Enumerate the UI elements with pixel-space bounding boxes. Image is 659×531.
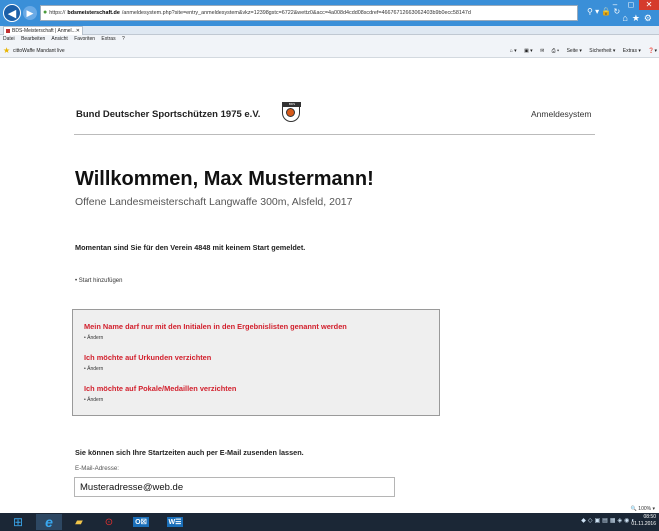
logo-shield: BDS (282, 102, 301, 122)
option-title-certificates: Ich möchte auf Urkunden verzichten (84, 353, 212, 362)
target-icon (286, 108, 295, 117)
email-field[interactable] (74, 477, 395, 497)
internet-explorer-icon[interactable]: e (36, 514, 62, 530)
forward-arrow-icon[interactable]: ▶ (23, 6, 37, 20)
clock-time: 08:50 (643, 514, 656, 520)
home-star-gear-icons[interactable]: ⌂★⚙ (622, 13, 656, 24)
change-label: Ändern (87, 366, 104, 372)
option-title-initials: Mein Name darf nur mit den Initialen in … (84, 322, 347, 331)
zoom-value: 100% (638, 506, 652, 512)
header-divider (74, 134, 595, 135)
bds-logo: BDS (282, 102, 301, 125)
menu-favorites[interactable]: Favoriten (74, 36, 95, 42)
url-host: bdsmeisterschaft.de (67, 10, 120, 16)
add-start-label: Start hinzufügen (78, 278, 123, 284)
help-icon[interactable]: ❓▾ (648, 48, 657, 54)
menu-edit[interactable]: Bearbeiten (21, 36, 45, 42)
menu-tools[interactable]: Extras (101, 36, 115, 42)
zoom-level[interactable]: 🔍 100% ▾ (631, 506, 655, 512)
add-start-link[interactable]: • Start hinzufügen (75, 278, 122, 284)
menu-bar: Datei Bearbeiten Ansicht Favoriten Extra… (0, 35, 659, 44)
tools-menu[interactable]: Extras ▾ (623, 48, 641, 54)
browser-titlebar: ◀ ▶ ● https://bdsmeisterschaft.de/anmeld… (0, 0, 659, 26)
clock[interactable]: 08:50 01.11.2016 (631, 514, 656, 528)
url-path: /anmeldesystem.php?site=entry_anmeldesys… (121, 10, 471, 16)
back-arrow-icon[interactable]: ◀ (3, 4, 21, 22)
page-menu[interactable]: Seite ▾ (567, 48, 582, 54)
option-change-link-initials[interactable]: • Ändern (84, 335, 103, 341)
word-label: W☰ (166, 517, 184, 527)
tab-title: BDS-Meisterschaft | Anmel... (12, 28, 76, 34)
tab-close-icon[interactable]: ✕ (76, 27, 80, 35)
lock-icon: ● (43, 9, 48, 16)
welcome-heading: Willkommen, Max Mustermann! (75, 168, 374, 190)
window-controls: – ◻ ✕ (607, 0, 659, 10)
option-change-link-certificates[interactable]: • Ändern (84, 366, 103, 372)
taskbar: ⊞ e ▰ ⊙ O☒ W☰ ◆◇▣▤▦◈◉◐ 08:50 01.11.2016 (0, 513, 659, 531)
browser-tab[interactable]: BDS-Meisterschaft | Anmel... ✕ (3, 26, 83, 35)
mail-icon[interactable]: ✉ (540, 48, 544, 54)
registration-status: Momentan sind Sie für den Verein 4848 mi… (75, 243, 306, 252)
menu-help[interactable]: ? (122, 36, 125, 42)
clock-date: 01.11.2016 (631, 521, 656, 527)
url-prefix: https:// (49, 10, 66, 16)
command-bar: ⌂ ▾ ▣ ▾ ✉ ⎙ ▾ Seite ▾ Sicherheit ▾ Extra… (504, 44, 657, 58)
event-title: Offene Landesmeisterschaft Langwaffe 300… (75, 196, 353, 208)
option-change-link-trophies[interactable]: • Ändern (84, 397, 103, 403)
system-link[interactable]: Anmeldesystem (531, 109, 591, 119)
minimize-icon[interactable]: – (607, 0, 623, 10)
menu-file[interactable]: Datei (3, 36, 15, 42)
favorites-star-icon[interactable]: ★ (3, 44, 10, 58)
privacy-options-box: Mein Name darf nur mit den Initialen in … (72, 309, 440, 416)
file-explorer-icon[interactable]: ▰ (66, 514, 92, 530)
home-icon[interactable]: ⌂ ▾ (510, 48, 517, 54)
word-icon[interactable]: W☰ (162, 514, 188, 530)
menu-view[interactable]: Ansicht (51, 36, 67, 42)
close-icon[interactable]: ✕ (639, 0, 659, 10)
site-name[interactable]: Bund Deutscher Sportschützen 1975 e.V. (76, 109, 260, 120)
system-tray-icons[interactable]: ◆◇▣▤▦◈◉◐ (581, 517, 637, 524)
tab-strip: BDS-Meisterschaft | Anmel... ✕ (0, 26, 659, 35)
outlook-label: O☒ (133, 517, 149, 527)
favorite-link[interactable]: cittoWaffe Mandant live (13, 44, 65, 58)
security-menu[interactable]: Sicherheit ▾ (589, 48, 615, 54)
change-label: Ändern (87, 397, 104, 403)
feeds-icon[interactable]: ▣ ▾ (524, 48, 533, 54)
favicon-icon (6, 29, 10, 33)
logo-text: BDS (283, 102, 301, 107)
favorites-bar: ★ cittoWaffe Mandant live ⌂ ▾ ▣ ▾ ✉ ⎙ ▾ … (0, 44, 659, 58)
windows-start-icon[interactable]: ⊞ (6, 514, 30, 530)
change-label: Ändern (87, 335, 104, 341)
maximize-icon[interactable]: ◻ (623, 0, 639, 10)
address-bar[interactable]: ● https://bdsmeisterschaft.de/anmeldesys… (40, 5, 578, 21)
outlook-icon[interactable]: O☒ (126, 514, 156, 530)
option-title-trophies: Ich möchte auf Pokale/Medaillen verzicht… (84, 384, 237, 393)
email-label: E-Mail-Adresse: (75, 465, 120, 472)
email-intro: Sie können sich Ihre Startzeiten auch pe… (75, 448, 304, 457)
print-icon[interactable]: ⎙ ▾ (552, 48, 560, 54)
opera-icon[interactable]: ⊙ (96, 514, 122, 530)
